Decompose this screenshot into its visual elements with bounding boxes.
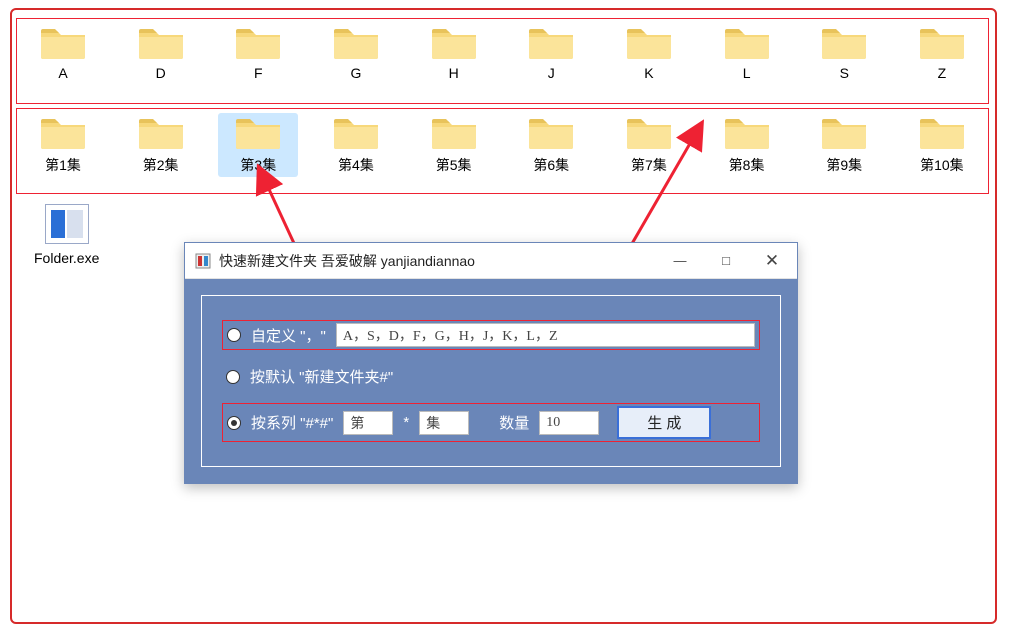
folder-label: 第10集 bbox=[920, 155, 964, 175]
folder-item[interactable]: S bbox=[804, 23, 884, 83]
folder-icon bbox=[332, 115, 380, 151]
folder-row-episodes: 第1集 第2集 第3集 第4集 第5集 第6集 第7集 第8集 第9集 第10集 bbox=[16, 108, 989, 194]
options-panel: 自定义 "，" 按默认 "新建文件夹#" 按系列 "#*#" * 数量 生 成 bbox=[201, 295, 781, 467]
folder-item[interactable]: H bbox=[414, 23, 494, 83]
option-series-label: 按系列 "#*#" bbox=[251, 412, 333, 433]
folder-item[interactable]: L bbox=[707, 23, 787, 83]
folder-label: 第9集 bbox=[826, 155, 862, 175]
folder-label: 第5集 bbox=[436, 155, 472, 175]
folder-row-letters: ADFGHJKLSZ bbox=[16, 18, 989, 104]
folder-label: 第2集 bbox=[143, 155, 179, 175]
folder-item[interactable]: 第6集 bbox=[511, 113, 591, 177]
folder-item[interactable]: 第9集 bbox=[804, 113, 884, 177]
folder-label: H bbox=[449, 65, 459, 81]
option-custom-label: 自定义 "，" bbox=[251, 325, 326, 346]
folder-label: S bbox=[840, 65, 849, 81]
folder-label: F bbox=[254, 65, 263, 81]
folder-label: K bbox=[644, 65, 653, 81]
folder-icon bbox=[820, 115, 868, 151]
close-button[interactable]: ✕ bbox=[749, 246, 795, 276]
folder-item[interactable]: 第10集 bbox=[902, 113, 982, 177]
app-window: 快速新建文件夹 吾爱破解 yanjiandiannao — □ ✕ 自定义 "，… bbox=[184, 242, 798, 484]
folder-icon bbox=[234, 115, 282, 151]
window-client-area: 自定义 "，" 按默认 "新建文件夹#" 按系列 "#*#" * 数量 生 成 bbox=[185, 279, 797, 483]
folder-item[interactable]: 第7集 bbox=[609, 113, 689, 177]
folder-icon bbox=[723, 115, 771, 151]
folder-label: L bbox=[743, 65, 751, 81]
folder-item[interactable]: 第1集 bbox=[23, 113, 103, 177]
option-default-label: 按默认 "新建文件夹#" bbox=[250, 366, 393, 387]
folder-icon bbox=[527, 25, 575, 61]
folder-label: D bbox=[156, 65, 166, 81]
quantity-input[interactable] bbox=[539, 411, 599, 435]
series-prefix-input[interactable] bbox=[343, 411, 393, 435]
maximize-button[interactable]: □ bbox=[703, 246, 749, 276]
folder-icon bbox=[918, 25, 966, 61]
folder-item[interactable]: J bbox=[511, 23, 591, 83]
application-icon bbox=[45, 204, 89, 244]
option-row-default: 按默认 "新建文件夹#" bbox=[222, 364, 760, 389]
folder-icon bbox=[430, 115, 478, 151]
folder-item[interactable]: F bbox=[218, 23, 298, 83]
folder-label: G bbox=[351, 65, 362, 81]
titlebar[interactable]: 快速新建文件夹 吾爱破解 yanjiandiannao — □ ✕ bbox=[185, 243, 797, 279]
minimize-button[interactable]: — bbox=[657, 246, 703, 276]
app-icon bbox=[195, 253, 211, 269]
folder-icon bbox=[820, 25, 868, 61]
folder-icon bbox=[723, 25, 771, 61]
asterisk-label: * bbox=[403, 414, 409, 431]
series-suffix-input[interactable] bbox=[419, 411, 469, 435]
folder-label: 第8集 bbox=[729, 155, 765, 175]
folder-item[interactable]: 第2集 bbox=[121, 113, 201, 177]
folder-label: Z bbox=[938, 65, 947, 81]
folder-icon bbox=[332, 25, 380, 61]
folder-icon bbox=[625, 115, 673, 151]
desktop-boundary: ADFGHJKLSZ 第1集第2集第3集第4集第5集第6集第7集第8集第9集第1… bbox=[10, 8, 997, 624]
folder-item[interactable]: D bbox=[121, 23, 201, 83]
folder-label: 第4集 bbox=[338, 155, 374, 175]
folder-icon bbox=[918, 115, 966, 151]
folder-icon bbox=[39, 25, 87, 61]
folder-item[interactable]: 第3集 bbox=[218, 113, 298, 177]
folder-label: 第7集 bbox=[631, 155, 667, 175]
folder-icon bbox=[430, 25, 478, 61]
radio-series[interactable] bbox=[227, 416, 241, 430]
folder-icon bbox=[625, 25, 673, 61]
exe-label: Folder.exe bbox=[34, 250, 99, 266]
radio-default[interactable] bbox=[226, 370, 240, 384]
exe-file[interactable]: Folder.exe bbox=[34, 204, 99, 266]
radio-custom[interactable] bbox=[227, 328, 241, 342]
folder-icon bbox=[137, 115, 185, 151]
folder-item[interactable]: 第4集 bbox=[316, 113, 396, 177]
folder-icon bbox=[234, 25, 282, 61]
folder-icon bbox=[137, 25, 185, 61]
quantity-label: 数量 bbox=[499, 412, 529, 433]
generate-button[interactable]: 生 成 bbox=[617, 406, 711, 439]
folder-item[interactable]: A bbox=[23, 23, 103, 83]
folder-item[interactable]: G bbox=[316, 23, 396, 83]
folder-label: 第6集 bbox=[533, 155, 569, 175]
option-row-custom: 自定义 "，" bbox=[222, 320, 760, 350]
window-title: 快速新建文件夹 吾爱破解 yanjiandiannao bbox=[219, 251, 657, 271]
folder-label: 第3集 bbox=[240, 155, 276, 175]
folder-icon bbox=[39, 115, 87, 151]
custom-input[interactable] bbox=[336, 323, 755, 347]
folder-item[interactable]: Z bbox=[902, 23, 982, 83]
folder-label: A bbox=[58, 65, 67, 81]
folder-item[interactable]: 第5集 bbox=[414, 113, 494, 177]
folder-item[interactable]: K bbox=[609, 23, 689, 83]
folder-label: 第1集 bbox=[45, 155, 81, 175]
folder-label: J bbox=[548, 65, 555, 81]
folder-item[interactable]: 第8集 bbox=[707, 113, 787, 177]
folder-icon bbox=[527, 115, 575, 151]
option-row-series: 按系列 "#*#" * 数量 生 成 bbox=[222, 403, 760, 442]
